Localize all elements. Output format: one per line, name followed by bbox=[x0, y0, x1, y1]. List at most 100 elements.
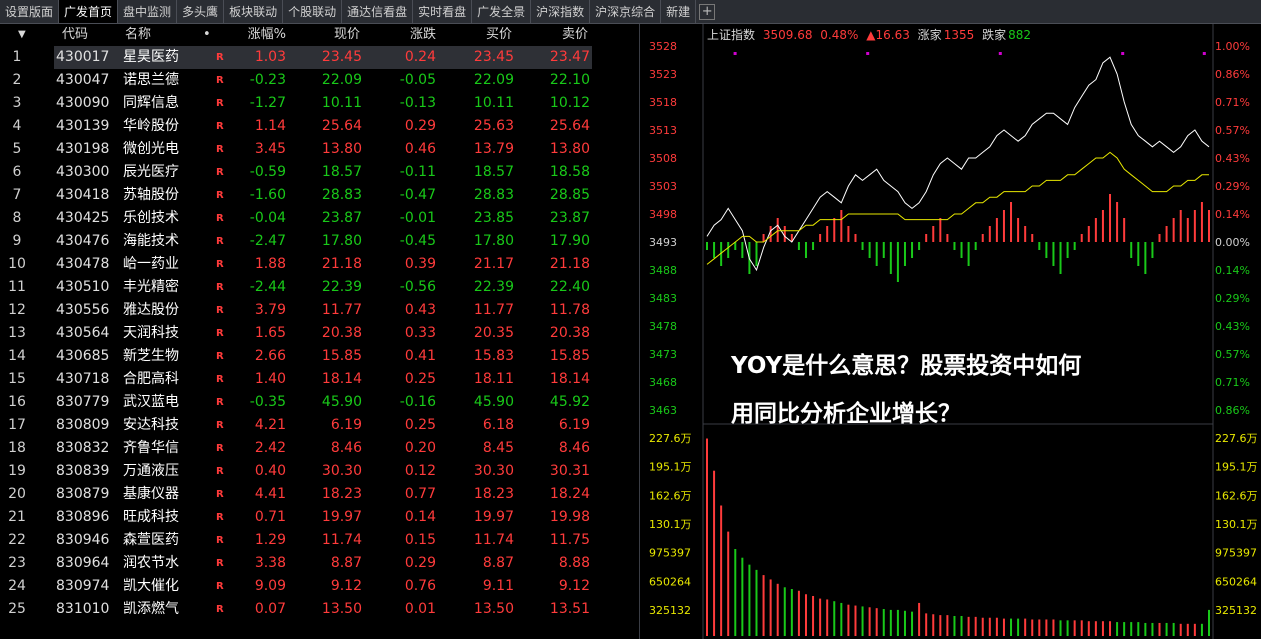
tab-3[interactable]: 多头鹰 bbox=[177, 0, 225, 23]
table-row[interactable]: 13 430564 天润科技 1.65 20.38 0.33 20.35 20.38 R bbox=[0, 322, 640, 345]
tab-8[interactable]: 广发全景 bbox=[472, 0, 532, 23]
col-header-name[interactable]: 名称 bbox=[125, 24, 165, 46]
current-price: 8.87 bbox=[330, 555, 362, 571]
col-header-ask[interactable]: 卖价 bbox=[528, 24, 588, 46]
ask-price: 23.47 bbox=[549, 49, 590, 65]
table-row[interactable]: 11 430510 丰光精密 -2.44 22.39 -0.56 22.39 22.40 R bbox=[0, 276, 640, 299]
table-row[interactable]: 25 831010 凯添燃气 0.07 13.50 0.01 13.50 13.51 R bbox=[0, 598, 640, 621]
tab-1[interactable]: 广发首页 bbox=[59, 0, 119, 23]
price-axis-label: 3463 bbox=[649, 404, 677, 417]
breadth-bar bbox=[755, 242, 758, 266]
stock-name: 凯大催化 bbox=[123, 578, 179, 594]
stock-name: 新芝生物 bbox=[123, 348, 179, 364]
volume-bar bbox=[734, 549, 737, 636]
tab-11[interactable]: 新建 bbox=[661, 0, 697, 23]
bid-price: 11.74 bbox=[473, 532, 514, 548]
table-row[interactable]: 7 430418 苏轴股份 -1.60 28.83 -0.47 28.83 28.85 R bbox=[0, 184, 640, 207]
volume-bar bbox=[967, 616, 970, 636]
volume-bar bbox=[826, 599, 829, 636]
price-axis-label: 3523 bbox=[649, 68, 677, 81]
volume-bar bbox=[861, 606, 864, 636]
volume-bar bbox=[1186, 623, 1189, 636]
table-row[interactable]: 12 430556 雅达股份 3.79 11.77 0.43 11.77 11.78 R bbox=[0, 299, 640, 322]
tab-7[interactable]: 实时看盘 bbox=[413, 0, 473, 23]
table-row[interactable]: 17 830809 安达科技 4.21 6.19 0.25 6.18 6.19 R bbox=[0, 414, 640, 437]
stock-code: 430198 bbox=[56, 141, 110, 157]
margin-flag-badge: R bbox=[216, 535, 224, 546]
col-header-price[interactable]: 现价 bbox=[300, 24, 360, 46]
col-header-pct[interactable]: 涨幅% bbox=[226, 24, 286, 46]
stock-code: 830779 bbox=[56, 394, 110, 410]
volume-bar bbox=[882, 609, 885, 636]
bid-price: 15.83 bbox=[473, 348, 514, 364]
table-row[interactable]: 6 430300 辰光医疗 -0.59 18.57 -0.11 18.57 18.58 R bbox=[0, 161, 640, 184]
volume-bar bbox=[854, 605, 857, 636]
tab-0[interactable]: 设置版面 bbox=[0, 0, 60, 23]
bid-price: 28.83 bbox=[473, 187, 514, 203]
stock-code: 430139 bbox=[56, 118, 110, 134]
table-row[interactable]: 22 830946 森萱医药 1.29 11.74 0.15 11.74 11.75 R bbox=[0, 529, 640, 552]
change-amount: 0.33 bbox=[404, 325, 436, 341]
stock-code: 430718 bbox=[56, 371, 110, 387]
tab-10[interactable]: 沪深京综合 bbox=[590, 0, 662, 23]
table-row[interactable]: 1 430017 星昊医药 1.03 23.45 0.24 23.45 23.47 R bbox=[0, 46, 640, 69]
table-row[interactable]: 9 430476 海能技术 -2.47 17.80 -0.45 17.80 17.90 R bbox=[0, 230, 640, 253]
volume-bar bbox=[953, 615, 956, 636]
add-tab-icon[interactable]: + bbox=[699, 4, 716, 20]
table-row[interactable]: 19 830839 万通液压 0.40 30.30 0.12 30.30 30.31 R bbox=[0, 460, 640, 483]
intraday-chart[interactable]: 3528 1.00% 3523 0.86% 3518 0.71% 3513 0.57% 3508… bbox=[647, 24, 1261, 639]
table-row[interactable]: 24 830974 凯大催化 9.09 9.12 0.76 9.11 9.12 R bbox=[0, 575, 640, 598]
tab-4[interactable]: 板块联动 bbox=[224, 0, 284, 23]
ask-price: 13.80 bbox=[549, 141, 590, 157]
pct-axis-label: 0.29% bbox=[1215, 292, 1250, 305]
breadth-bar bbox=[889, 242, 892, 274]
margin-flag-badge: R bbox=[216, 443, 224, 454]
tab-5[interactable]: 个股联动 bbox=[283, 0, 343, 23]
breadth-bar bbox=[819, 234, 822, 242]
change-amount: 0.77 bbox=[404, 486, 436, 502]
breadth-bar bbox=[804, 242, 807, 258]
bid-price: 20.35 bbox=[473, 325, 514, 341]
table-row[interactable]: 4 430139 华岭股份 1.14 25.64 0.29 25.63 25.64 R bbox=[0, 115, 640, 138]
pct-axis-label: 0.14% bbox=[1215, 264, 1250, 277]
table-row[interactable]: 21 830896 旺成科技 0.71 19.97 0.14 19.97 19.98 R bbox=[0, 506, 640, 529]
volume-bar bbox=[720, 505, 723, 636]
table-row[interactable]: 2 430047 诺思兰德 -0.23 22.09 -0.05 22.09 22.10 R bbox=[0, 69, 640, 92]
table-row[interactable]: 14 430685 新芝生物 2.66 15.85 0.41 15.83 15.85 R bbox=[0, 345, 640, 368]
table-row[interactable]: 20 830879 基康仪器 4.41 18.23 0.77 18.23 18.24 R bbox=[0, 483, 640, 506]
stock-name: 乐创技术 bbox=[123, 210, 179, 226]
ask-price: 13.51 bbox=[549, 601, 590, 617]
table-row[interactable]: 15 430718 合肥高科 1.40 18.14 0.25 18.11 18.14 R bbox=[0, 368, 640, 391]
breadth-bar bbox=[1116, 202, 1119, 242]
table-row[interactable]: 8 430425 乐创技术 -0.04 23.87 -0.01 23.85 23.87 R bbox=[0, 207, 640, 230]
col-header-change[interactable]: 涨跌 bbox=[376, 24, 436, 46]
ask-price: 8.88 bbox=[558, 555, 590, 571]
tab-2[interactable]: 盘中监测 bbox=[118, 0, 178, 23]
current-price: 18.14 bbox=[321, 371, 362, 387]
breadth-bar bbox=[826, 226, 829, 242]
table-row[interactable]: 18 830832 齐鲁华信 2.42 8.46 0.20 8.45 8.46 R bbox=[0, 437, 640, 460]
table-row[interactable]: 16 830779 武汉蓝电 -0.35 45.90 -0.16 45.90 45.92 R bbox=[0, 391, 640, 414]
breadth-bar bbox=[833, 218, 836, 242]
volume-axis-label: 195.1万 bbox=[649, 461, 692, 474]
volume-bar bbox=[797, 590, 800, 636]
bid-price: 8.87 bbox=[482, 555, 514, 571]
col-header-bid[interactable]: 买价 bbox=[452, 24, 512, 46]
ask-price: 9.12 bbox=[558, 578, 590, 594]
margin-flag-badge: R bbox=[216, 259, 224, 270]
row-index: 6 bbox=[12, 164, 22, 180]
tab-6[interactable]: 通达信看盘 bbox=[342, 0, 414, 23]
tab-9[interactable]: 沪深指数 bbox=[531, 0, 591, 23]
table-row[interactable]: 23 830964 润农节水 3.38 8.87 0.29 8.87 8.88 R bbox=[0, 552, 640, 575]
ask-price: 25.64 bbox=[549, 118, 590, 134]
volume-bar bbox=[1116, 622, 1119, 636]
table-row[interactable]: 3 430090 同辉信息 -1.27 10.11 -0.13 10.11 10.12 R bbox=[0, 92, 640, 115]
sort-arrow-icon[interactable]: ▼ bbox=[18, 24, 32, 46]
volume-axis-label: 650264 bbox=[649, 575, 691, 588]
table-row[interactable]: 10 430478 峆一药业 1.88 21.18 0.39 21.17 21.18 R bbox=[0, 253, 640, 276]
col-header-code[interactable]: 代码 bbox=[62, 24, 102, 46]
breadth-bar bbox=[1073, 242, 1076, 250]
table-row[interactable]: 5 430198 微创光电 3.45 13.80 0.46 13.79 13.80 R bbox=[0, 138, 640, 161]
current-price: 10.11 bbox=[321, 95, 362, 111]
volume-bar bbox=[1208, 609, 1210, 636]
